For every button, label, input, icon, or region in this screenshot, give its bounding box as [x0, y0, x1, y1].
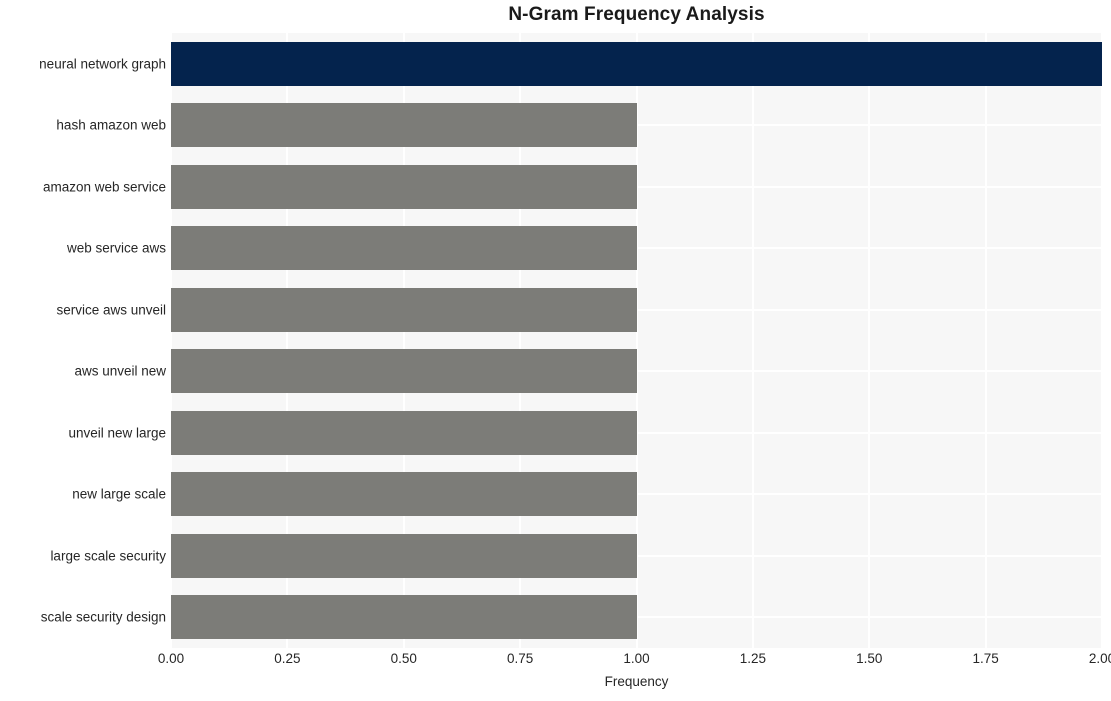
x-axis-tick-label: 0.00 — [157, 651, 185, 666]
y-axis-tick-label: scale security design — [40, 609, 166, 625]
x-axis-tick-label: 2.00 — [1088, 651, 1111, 666]
bar — [171, 226, 637, 271]
chart-title: N-Gram Frequency Analysis — [508, 4, 765, 25]
bar — [171, 349, 637, 394]
x-axis-label: Frequency — [604, 674, 669, 689]
x-axis-tick-label: 1.50 — [856, 651, 883, 666]
bar — [171, 410, 637, 455]
x-axis-tick-labels: 0.00 0.25 0.50 0.75 1.00 1.25 1.50 1.75 2.00 — [158, 651, 1111, 671]
y-axis-tick-label: hash amazon web — [56, 117, 166, 133]
x-axis-tick-label: 0.75 — [506, 651, 534, 666]
y-axis-tick-label: aws unveil new — [74, 363, 166, 379]
y-axis-tick-label: new large scale — [72, 486, 166, 502]
y-axis-tick-label: service aws unveil — [56, 302, 166, 318]
y-axis-tick-labels: neural network graph hash amazon web amazo… — [0, 33, 166, 648]
plot-area — [171, 33, 1102, 648]
x-axis-tick-label: 1.00 — [623, 651, 650, 666]
bar — [171, 533, 637, 578]
bar — [171, 472, 637, 517]
x-axis-tick-label: 1.25 — [739, 651, 767, 666]
bar — [171, 595, 637, 640]
x-axis-tick-label: 1.75 — [972, 651, 999, 666]
y-axis-tick-label: web service aws — [66, 240, 166, 256]
y-axis-tick-label: amazon web service — [42, 179, 166, 195]
y-axis-tick-label: large scale security — [50, 548, 166, 564]
y-axis-tick-label: neural network graph — [39, 56, 166, 72]
bar — [171, 164, 637, 209]
x-axis-tick-label: 0.25 — [274, 651, 301, 666]
bar — [171, 103, 637, 148]
bar — [171, 41, 1102, 86]
x-axis-tick-label: 0.50 — [390, 651, 417, 666]
bar — [171, 287, 637, 332]
ngram-frequency-chart: N-Gram Frequency Analysis neural network… — [0, 0, 1111, 701]
y-axis-tick-label: unveil new large — [68, 425, 166, 441]
